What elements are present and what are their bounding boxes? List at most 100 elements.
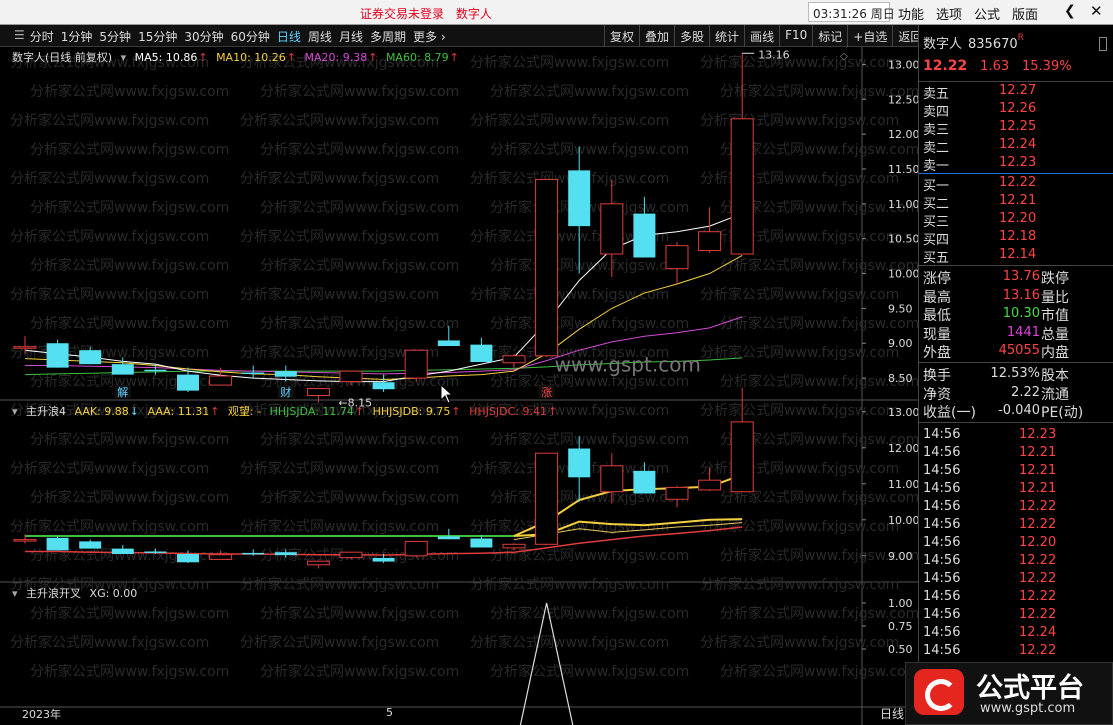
tick-price: 12.23 xyxy=(1019,427,1057,442)
chevron-left-icon[interactable]: ❮ xyxy=(1064,3,1076,19)
tab-monthly[interactable]: 月线 xyxy=(339,28,363,45)
indicator-candle-body xyxy=(730,421,754,493)
period-indicator: 日线 xyxy=(880,707,905,721)
price-candle-body xyxy=(665,245,689,270)
multi-stock-button[interactable]: 多股 xyxy=(674,25,709,47)
tick-time: 14:56 xyxy=(923,427,961,442)
tab-30min[interactable]: 30分钟 xyxy=(184,28,223,45)
tab-1min[interactable]: 1分钟 xyxy=(61,28,93,45)
overlay-button[interactable]: 叠加 xyxy=(639,25,674,47)
f10-button[interactable]: F10 xyxy=(779,25,812,47)
mark-button[interactable]: 标记 xyxy=(812,25,847,47)
indicator-candle-body xyxy=(437,536,460,540)
y-axis-label: 8.50 xyxy=(888,372,913,385)
tick-time: 14:56 xyxy=(923,445,961,460)
stock-header: 数字人 835670R xyxy=(923,33,1024,52)
tick-time: 14:56 xyxy=(923,463,961,478)
stat-row: 涨停 13.76 跌停 xyxy=(919,268,1113,287)
tab-15min[interactable]: 15分钟 xyxy=(138,28,177,45)
main-panel-title[interactable]: 数字人(日线 前复权) xyxy=(12,51,112,64)
ind1-hhjsjdb: HHJSJDB: 9.75 xyxy=(372,405,451,418)
ind1-settings-icon[interactable]: ▾ xyxy=(12,405,18,418)
panel-settings-icon[interactable]: ▾ xyxy=(121,51,127,64)
watermark-text: 分析家公式网www.fxjgsw.com xyxy=(700,518,899,535)
bid-price: 12.21 xyxy=(999,193,1037,208)
restore-rights-button[interactable]: 复权 xyxy=(604,25,639,47)
ind1-panel-header: ▾ 主升浪4 AAK: 9.88↓ AAA: 11.31↑ 观望: - HHJS… xyxy=(12,403,562,419)
stat-label: 涨停 xyxy=(923,271,951,287)
stat-row: 外盘 45055 内盘 xyxy=(919,342,1113,361)
bid-row[interactable]: 买五 12.14 xyxy=(919,246,1113,266)
bid-price: 12.14 xyxy=(999,247,1037,262)
tab-5min[interactable]: 5分钟 xyxy=(99,28,131,45)
watermark-text: 分析家公式网www.fxjgsw.com xyxy=(260,83,459,100)
tick-time: 14:56 xyxy=(923,481,961,496)
price-candle-body xyxy=(274,371,297,377)
stat-row: 换手 12.53% 股本 xyxy=(919,365,1113,384)
watermark-text: 分析家公式网www.fxjgsw.com xyxy=(470,54,669,71)
tab-multi-period[interactable]: 多周期 xyxy=(370,28,406,45)
price-candle-body xyxy=(633,213,656,258)
watermark-text: 分析家公式网www.fxjgsw.com xyxy=(700,170,899,187)
close-icon[interactable]: ✕ xyxy=(1090,2,1103,20)
y-axis-label: 13.00 xyxy=(888,58,918,71)
watermark-text: 分析家公式网www.fxjgsw.com xyxy=(700,634,899,651)
menu-formula[interactable]: 公式 xyxy=(974,4,1000,23)
bid-row[interactable]: 买二 12.21 xyxy=(919,192,1113,212)
ask-row[interactable]: 卖五 12.27 xyxy=(919,82,1113,102)
ask-price: 12.27 xyxy=(999,83,1037,98)
mouse-cursor-icon xyxy=(440,384,454,404)
ask-row[interactable]: 卖一 12.23 xyxy=(919,154,1113,174)
tick-row: 14:56 12.20 xyxy=(919,535,1113,553)
bid-row[interactable]: 买四 12.18 xyxy=(919,228,1113,248)
watermark-text: 分析家公式网www.fxjgsw.com xyxy=(260,199,459,216)
tab-more-label: 更多 xyxy=(412,30,437,44)
ma60-label: MA60: 8.79 xyxy=(385,51,449,64)
indicator-candle-body xyxy=(470,538,493,548)
menu-function[interactable]: 功能 xyxy=(898,4,924,23)
indicator-candle-body xyxy=(79,541,102,549)
up-arrow-icon: ↑ xyxy=(210,405,220,418)
price-candle-body xyxy=(339,370,363,383)
ask-row[interactable]: 卖二 12.24 xyxy=(919,136,1113,156)
watermark-text: 分析家公式网www.fxjgsw.com xyxy=(30,315,229,332)
menu-layout[interactable]: 版面 xyxy=(1012,4,1038,23)
chevron-right-icon: › xyxy=(440,30,446,44)
bid-label: 买五 xyxy=(923,251,950,266)
ask-row[interactable]: 卖三 12.25 xyxy=(919,118,1113,138)
watermark-text: 分析家公式网www.fxjgsw.com xyxy=(260,605,459,622)
statistics-button[interactable]: 统计 xyxy=(709,25,744,47)
draw-line-button[interactable]: 画线 xyxy=(744,25,779,47)
tab-weekly[interactable]: 周线 xyxy=(308,28,332,45)
stat-value: 1441 xyxy=(1006,324,1040,340)
indicator-candle-body xyxy=(502,543,526,549)
price-candle-body xyxy=(698,231,722,252)
ask-price: 12.23 xyxy=(999,155,1037,170)
kline-chart-area[interactable]: 分析家公式网www.fxjgsw.com 分析家公式网www.fxjgsw.com… xyxy=(0,47,918,725)
ask-row[interactable]: 卖四 12.26 xyxy=(919,100,1113,120)
scroll-handle-icon[interactable] xyxy=(1099,37,1107,51)
high-price-label: 13.16 xyxy=(758,48,790,61)
ind2-settings-icon[interactable]: ▾ xyxy=(12,587,18,600)
bid-row[interactable]: 买一 12.22 xyxy=(919,174,1113,194)
main-panel-header: 数字人(日线 前复权) ▾ MA5: 10.86↑ MA10: 10.26↑ M… xyxy=(12,49,464,65)
login-notice[interactable]: 证券交易未登录 数字人 xyxy=(360,5,500,22)
ind1-title[interactable]: 主升浪4 xyxy=(26,405,66,418)
ind2-title[interactable]: 主升浪开叉 xyxy=(26,587,81,600)
ma5-arrow-icon: ↑ xyxy=(198,51,208,64)
tab-daily[interactable]: 日线 xyxy=(277,28,301,45)
watermark-text: 分析家公式网www.fxjgsw.com xyxy=(240,518,439,535)
tick-price: 12.22 xyxy=(1019,571,1057,586)
tab-more[interactable]: 更多 › xyxy=(413,28,446,45)
collapse-icon[interactable]: ☰ xyxy=(14,28,25,45)
watermark-text: 分析家公式网www.fxjgsw.com xyxy=(490,605,689,622)
add-favorite-button[interactable]: +自选 xyxy=(847,25,892,47)
tab-60min[interactable]: 60分钟 xyxy=(231,28,270,45)
watermark-text: 分析家公式网www.fxjgsw.com xyxy=(490,663,689,680)
tab-timeshare[interactable]: 分时 xyxy=(30,28,54,45)
watermark-text: 分析家公式网www.fxjgsw.com xyxy=(240,170,439,187)
tick-time: 14:56 xyxy=(923,571,961,586)
menu-options[interactable]: 选项 xyxy=(936,4,962,23)
ma60-arrow-icon: ↑ xyxy=(449,51,459,64)
bid-row[interactable]: 买三 12.20 xyxy=(919,210,1113,230)
